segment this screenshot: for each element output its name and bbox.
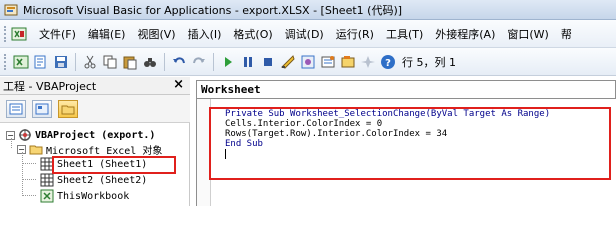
- menu-tools[interactable]: 工具(T): [380, 26, 429, 42]
- reset-icon[interactable]: [260, 54, 276, 70]
- toolbox-icon[interactable]: [360, 54, 376, 70]
- tree-item-label: ThisWorkbook: [57, 190, 130, 202]
- toolbar-separator: [75, 52, 76, 71]
- properties-icon[interactable]: [320, 54, 336, 70]
- tree-connector: [22, 179, 36, 180]
- workbook-icon: [40, 189, 54, 203]
- project-panel-header: 工程 - VBAProject ×: [0, 77, 190, 95]
- tree-root-label: VBAProject (export.): [35, 129, 156, 141]
- folder-icon: [29, 142, 43, 156]
- menu-insert[interactable]: 插入(I): [182, 26, 228, 42]
- view-code-icon[interactable]: [6, 99, 26, 118]
- toolbar-separator: [213, 52, 214, 71]
- cut-icon[interactable]: [82, 54, 98, 70]
- help-icon[interactable]: ?: [380, 54, 396, 70]
- undo-icon[interactable]: [171, 54, 187, 70]
- insert-module-icon[interactable]: [33, 54, 49, 70]
- window-title: Microsoft Visual Basic for Applications …: [23, 3, 403, 17]
- cursor-position: 行 5，列 1: [402, 55, 456, 69]
- object-browser-icon[interactable]: [340, 54, 356, 70]
- close-icon[interactable]: ×: [173, 77, 184, 92]
- copy-icon[interactable]: [102, 54, 118, 70]
- tree-connector: [22, 152, 23, 196]
- view-object-icon[interactable]: [32, 99, 52, 118]
- object-dropdown-value: Worksheet: [201, 83, 261, 96]
- menu-window[interactable]: 窗口(W): [501, 26, 554, 42]
- svg-text:?: ?: [385, 58, 391, 69]
- toolbar-grip[interactable]: [4, 25, 7, 42]
- toggle-folders-icon[interactable]: [58, 99, 78, 118]
- break-icon[interactable]: [240, 54, 256, 70]
- menu-view[interactable]: 视图(V): [131, 26, 181, 42]
- view-excel-icon[interactable]: [13, 54, 29, 70]
- redo-icon[interactable]: [191, 54, 207, 70]
- menu-debug[interactable]: 调试(D): [279, 26, 330, 42]
- excel-view-icon[interactable]: [11, 26, 27, 42]
- sheet1-highlight-box: [52, 156, 176, 174]
- tree-connector: [22, 195, 36, 196]
- tree-connector: [22, 163, 36, 164]
- paste-icon[interactable]: [122, 54, 138, 70]
- menu-addins[interactable]: 外接程序(A): [429, 26, 501, 42]
- title-bar: Microsoft Visual Basic for Applications …: [0, 0, 616, 20]
- code-highlight-box: [209, 107, 611, 180]
- run-icon[interactable]: [220, 54, 236, 70]
- toolbar-separator: [164, 52, 165, 71]
- find-icon[interactable]: [142, 54, 158, 70]
- standard-toolbar: ? 行 5，列 1: [0, 48, 616, 76]
- save-icon[interactable]: [53, 54, 69, 70]
- project-toolbar: [0, 95, 190, 123]
- menu-help[interactable]: 帮: [555, 26, 578, 42]
- menu-run[interactable]: 运行(R): [330, 26, 380, 42]
- sheet-icon: [40, 173, 54, 187]
- project-explorer-icon[interactable]: [300, 54, 316, 70]
- menu-edit[interactable]: 编辑(E): [82, 26, 132, 42]
- menu-format[interactable]: 格式(O): [227, 26, 278, 42]
- tree-item-sheet2[interactable]: Sheet2 (Sheet2): [40, 172, 147, 188]
- tree-folder-row[interactable]: − Microsoft Excel 对象: [17, 141, 162, 157]
- project-panel-title: 工程 - VBAProject: [3, 79, 97, 93]
- menu-bar: 文件(F) 编辑(E) 视图(V) 插入(I) 格式(O) 调试(D) 运行(R…: [0, 20, 616, 48]
- vba-app-icon: [4, 3, 18, 17]
- tree-folder-label: Microsoft Excel 对象: [46, 145, 163, 157]
- tree-item-thisworkbook[interactable]: ThisWorkbook: [40, 188, 129, 204]
- tree-connector: [11, 138, 12, 148]
- design-mode-icon[interactable]: [280, 54, 296, 70]
- tree-item-label: Sheet2 (Sheet2): [57, 174, 148, 186]
- vbaproject-icon: [18, 128, 32, 142]
- toolbar-grip-2[interactable]: [4, 53, 7, 70]
- object-dropdown[interactable]: Worksheet: [196, 80, 616, 99]
- menu-file[interactable]: 文件(F): [33, 26, 82, 42]
